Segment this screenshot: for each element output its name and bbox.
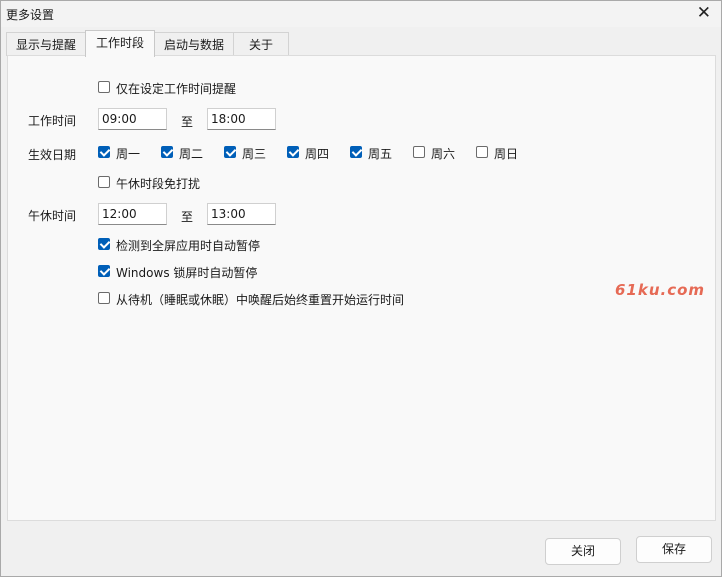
settings-window: 更多设置 ✕ 显示与提醒 工作时段 启动与数据 关于 仅在设定工作时间提醒 工作… [0, 0, 722, 577]
day-mon-label: 周一 [116, 147, 141, 161]
work-to-label: 至 [181, 115, 194, 129]
save-button[interactable]: 保存 [636, 536, 712, 563]
lock-pause-checkbox[interactable] [98, 265, 110, 277]
lunch-dnd-label: 午休时段免打扰 [116, 177, 201, 191]
day-sat-label: 周六 [431, 147, 456, 161]
close-icon[interactable]: ✕ [697, 3, 711, 23]
lunch-end-input[interactable] [207, 203, 276, 225]
day-sat-checkbox[interactable] [413, 146, 425, 158]
day-mon-checkbox[interactable] [98, 146, 110, 158]
work-time-label: 工作时间 [28, 114, 77, 128]
day-sun-checkbox[interactable] [476, 146, 488, 158]
day-fri-label: 周五 [368, 147, 393, 161]
day-tue-checkbox[interactable] [161, 146, 173, 158]
day-wed-label: 周三 [242, 147, 267, 161]
only-remind-label: 仅在设定工作时间提醒 [116, 82, 237, 96]
lunch-to-label: 至 [181, 210, 194, 224]
wake-restart-label: 从待机（睡眠或休眠）中唤醒后始终重置开始运行时间 [116, 293, 405, 307]
fullscreen-pause-checkbox[interactable] [98, 238, 110, 250]
work-end-input[interactable] [207, 108, 276, 130]
day-thu-checkbox[interactable] [287, 146, 299, 158]
tab-about[interactable]: 关于 [233, 32, 289, 56]
tab-work-period[interactable]: 工作时段 [85, 30, 155, 57]
fullscreen-pause-label: 检测到全屏应用时自动暂停 [116, 239, 261, 253]
lock-pause-label: Windows 锁屏时自动暂停 [116, 266, 258, 280]
close-button[interactable]: 关闭 [545, 538, 621, 565]
effective-days-label: 生效日期 [28, 148, 77, 162]
only-remind-checkbox[interactable] [98, 81, 110, 93]
watermark: 61ku.com [615, 281, 706, 299]
day-tue-label: 周二 [179, 147, 204, 161]
work-period-panel: 仅在设定工作时间提醒 工作时间 至 生效日期 周一 周二 周三 周四 周五 周六… [7, 55, 716, 521]
window-title: 更多设置 [6, 8, 55, 22]
lunch-time-label: 午休时间 [28, 209, 77, 223]
tab-display-reminder[interactable]: 显示与提醒 [6, 32, 86, 56]
lunch-start-input[interactable] [98, 203, 167, 225]
day-wed-checkbox[interactable] [224, 146, 236, 158]
work-start-input[interactable] [98, 108, 167, 130]
day-thu-label: 周四 [305, 147, 330, 161]
title-bar: 更多设置 ✕ [1, 1, 721, 27]
wake-restart-checkbox[interactable] [98, 292, 110, 304]
tab-startup-data[interactable]: 启动与数据 [154, 32, 234, 56]
day-sun-label: 周日 [494, 147, 519, 161]
day-fri-checkbox[interactable] [350, 146, 362, 158]
lunch-dnd-checkbox[interactable] [98, 176, 110, 188]
